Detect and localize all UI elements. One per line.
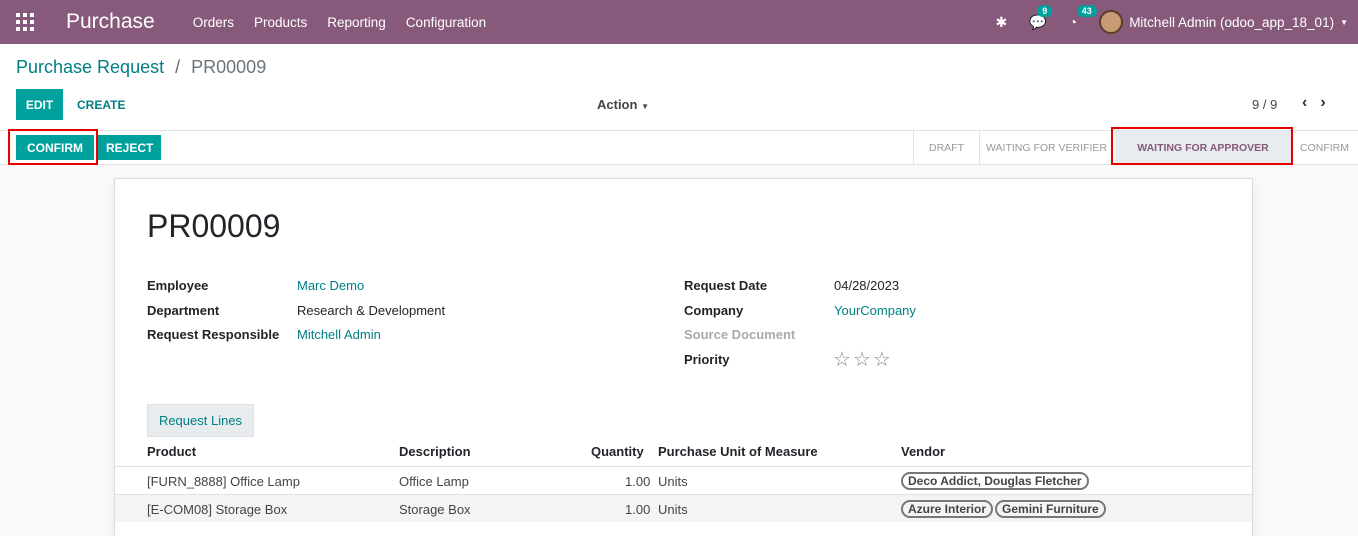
create-button[interactable]: CREATE bbox=[77, 89, 125, 120]
table-row[interactable]: [FURN_8888] Office Lamp Office Lamp 1.00… bbox=[115, 466, 1252, 494]
chat-icon[interactable]: 💬 9 bbox=[1029, 4, 1053, 31]
responsible-label: Request Responsible bbox=[147, 327, 280, 342]
stage-draft[interactable]: DRAFT bbox=[913, 131, 979, 164]
activities-badge: 43 bbox=[1076, 5, 1097, 17]
col-quantity[interactable]: Quantity bbox=[591, 444, 644, 459]
top-navbar: Purchase Orders Products Reporting Confi… bbox=[0, 0, 1358, 44]
chevron-down-icon[interactable]: ▼ bbox=[1340, 18, 1348, 27]
star-icon[interactable]: ☆ bbox=[873, 349, 893, 371]
employee-field[interactable]: Marc Demo bbox=[297, 278, 364, 293]
cell-vendor: Azure Interior Gemini Furniture bbox=[901, 500, 1108, 518]
department-field: Research & Development bbox=[297, 303, 446, 318]
highlight-approver-box bbox=[1111, 127, 1293, 165]
breadcrumb-separator: / bbox=[175, 57, 181, 77]
cell-description: Storage Box bbox=[399, 502, 471, 517]
request-date-field: 04/28/2023 bbox=[834, 278, 900, 293]
tab-request-lines[interactable]: Request Lines bbox=[147, 404, 254, 437]
employee-label: Employee bbox=[147, 278, 209, 293]
breadcrumb-parent[interactable]: Purchase Request bbox=[16, 57, 164, 77]
clock-icon[interactable]: ◔ 43 bbox=[1069, 5, 1097, 30]
user-menu[interactable]: Mitchell Admin (odoo_app_18_01) bbox=[1129, 15, 1334, 30]
breadcrumb: Purchase Request / PR00009 bbox=[16, 57, 266, 78]
col-vendor[interactable]: Vendor bbox=[901, 444, 945, 459]
responsible-field[interactable]: Mitchell Admin bbox=[297, 327, 381, 342]
app-name[interactable]: Purchase bbox=[66, 10, 155, 34]
reject-button[interactable]: REJECT bbox=[98, 135, 162, 160]
pager-value[interactable]: 9 / 9 bbox=[1252, 97, 1277, 112]
vendor-tag: Deco Addict, Douglas Fletcher bbox=[901, 472, 1089, 490]
department-label: Department bbox=[147, 303, 220, 318]
cell-quantity: 1.00 bbox=[625, 502, 651, 517]
avatar[interactable] bbox=[1099, 10, 1124, 34]
stage-confirm[interactable]: CONFIRM bbox=[1291, 131, 1358, 164]
priority-label: Priority bbox=[684, 352, 730, 367]
apps-menu-icon[interactable] bbox=[16, 13, 34, 31]
source-document-label: Source Document bbox=[684, 327, 796, 342]
pager-arrows: ‹ › bbox=[1302, 94, 1339, 112]
menu-orders[interactable]: Orders bbox=[193, 15, 234, 30]
chevron-left-icon[interactable]: ‹ bbox=[1302, 94, 1307, 111]
vendor-tag: Gemini Furniture bbox=[995, 500, 1106, 518]
menu-products[interactable]: Products bbox=[254, 15, 307, 30]
company-field[interactable]: YourCompany bbox=[834, 303, 916, 318]
action-dropdown[interactable]: Action ▼ bbox=[597, 97, 649, 112]
menu-reporting[interactable]: Reporting bbox=[327, 15, 386, 30]
request-date-label: Request Date bbox=[684, 278, 768, 293]
priority-stars[interactable]: ☆☆☆ bbox=[833, 347, 893, 372]
table-row[interactable]: [E-COM08] Storage Box Storage Box 1.00 U… bbox=[115, 494, 1252, 522]
edit-button[interactable]: EDIT bbox=[16, 89, 63, 120]
bug-icon[interactable]: ✱ bbox=[996, 14, 1008, 31]
cell-quantity: 1.00 bbox=[625, 474, 651, 489]
stage-waiting-verifier[interactable]: WAITING FOR VERIFIER bbox=[979, 131, 1113, 164]
cell-uom: Units bbox=[658, 502, 688, 517]
form-sheet: PR00009 Employee Marc Demo Department Re… bbox=[114, 178, 1253, 536]
breadcrumb-current: PR00009 bbox=[191, 57, 267, 77]
cell-product: [E-COM08] Storage Box bbox=[147, 502, 288, 517]
main-menu: Orders Products Reporting Configuration bbox=[183, 15, 496, 30]
cell-description: Office Lamp bbox=[399, 474, 469, 489]
vendor-tag: Azure Interior bbox=[901, 500, 994, 518]
cell-uom: Units bbox=[658, 474, 688, 489]
menu-configuration[interactable]: Configuration bbox=[406, 15, 486, 30]
highlight-confirm-box bbox=[8, 129, 98, 165]
navbar-systray: ✱ 💬 9 ◔ 43 Mitchell Admin (odoo_app_18_01)… bbox=[996, 0, 1358, 44]
cell-vendor: Deco Addict, Douglas Fletcher bbox=[901, 472, 1091, 490]
col-product[interactable]: Product bbox=[147, 444, 196, 459]
company-label: Company bbox=[684, 303, 744, 318]
col-uom[interactable]: Purchase Unit of Measure bbox=[658, 444, 818, 459]
record-title: PR00009 bbox=[147, 208, 281, 244]
cell-product: [FURN_8888] Office Lamp bbox=[147, 474, 300, 489]
chevron-right-icon[interactable]: › bbox=[1320, 94, 1325, 111]
caret-down-icon: ▼ bbox=[641, 102, 649, 111]
control-panel: Purchase Request / PR00009 EDIT CREATE A… bbox=[0, 44, 1358, 131]
col-description[interactable]: Description bbox=[399, 444, 471, 459]
messages-badge: 9 bbox=[1037, 4, 1053, 17]
star-icon[interactable]: ☆ bbox=[853, 349, 873, 371]
action-label: Action bbox=[597, 97, 638, 112]
star-icon[interactable]: ☆ bbox=[833, 349, 853, 371]
